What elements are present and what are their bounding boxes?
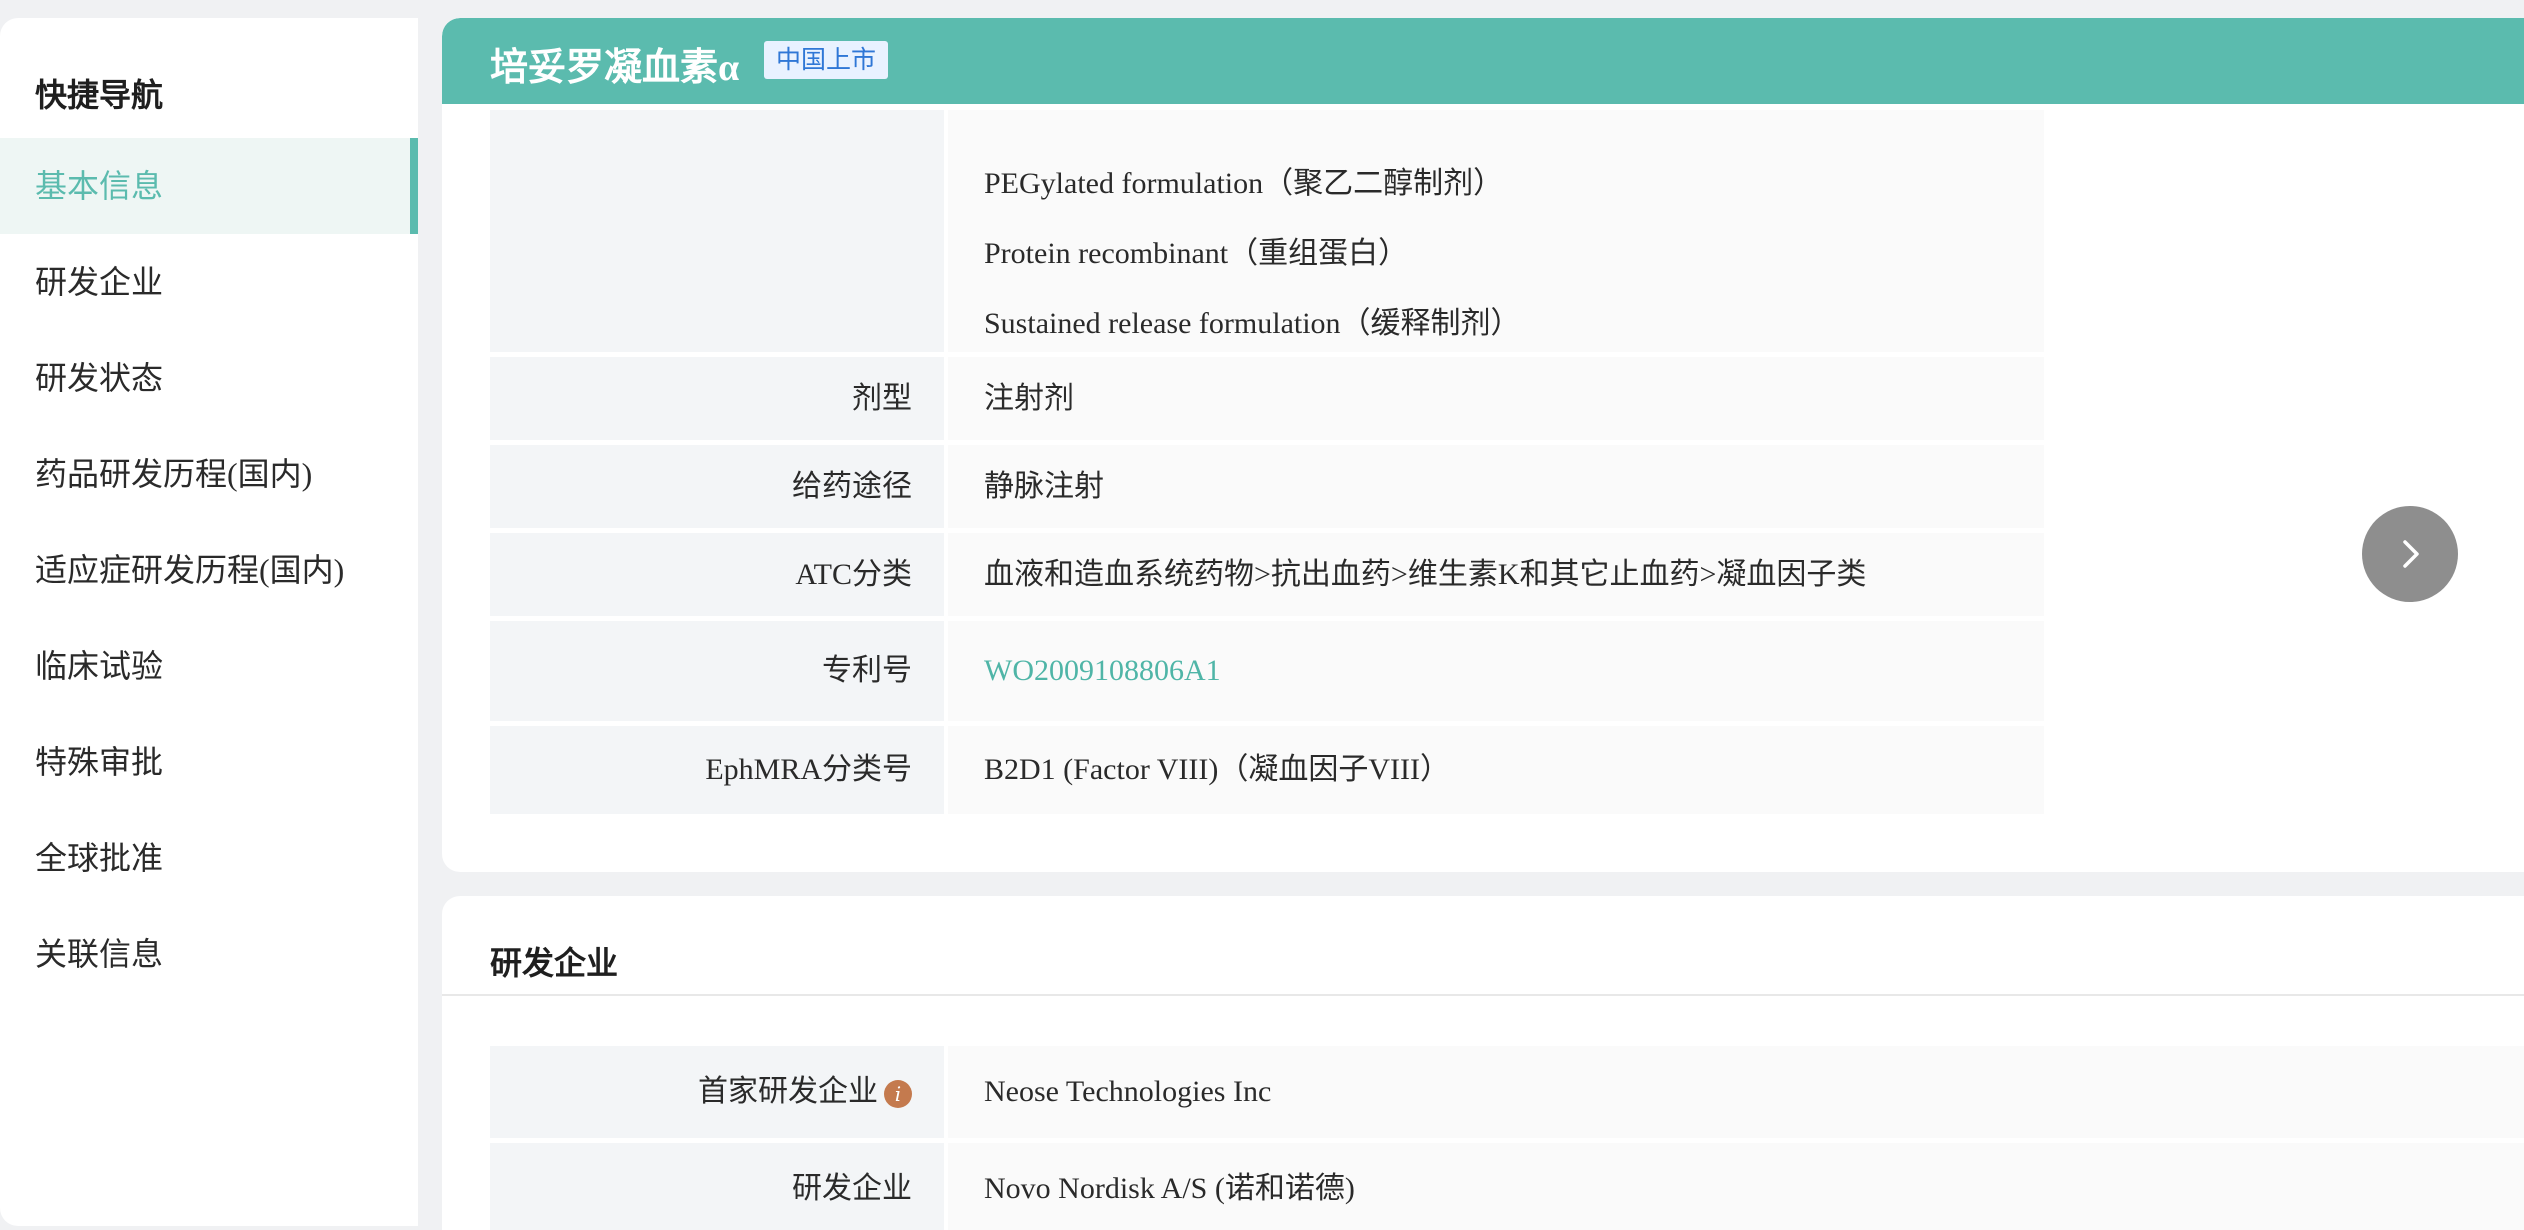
market-status-badge: 中国上市	[764, 41, 889, 79]
technology-line: PEGylated formulation（聚乙二醇制剂）	[984, 167, 1504, 200]
technology-line: Sustained release formulation（缓释制剂）	[984, 307, 1521, 340]
technology-row: PEGylated formulation（聚乙二醇制剂） Protein re…	[490, 110, 2044, 352]
basic-info-card: 培妥罗凝血素α 中国上市 PEGylated formulation（聚乙二醇制…	[442, 18, 2524, 872]
nav-item-related-info[interactable]: 关联信息	[0, 906, 418, 1002]
ephmra-row: EphMRA分类号 B2D1 (Factor VIII)（凝血因子VIII）	[490, 726, 2044, 814]
nav-item-indication-history-domestic[interactable]: 适应症研发历程(国内)	[0, 522, 418, 618]
nav-item-drug-history-domestic[interactable]: 药品研发历程(国内)	[0, 426, 418, 522]
dosage-form-value: 注射剂	[948, 357, 2044, 440]
first-company-label: 首家研发企业 i	[490, 1046, 944, 1138]
ephmra-label: EphMRA分类号	[490, 726, 944, 814]
route-value: 静脉注射	[948, 445, 2044, 528]
patent-value: WO2009108806A1	[948, 621, 2044, 721]
first-company-label-text: 首家研发企业	[698, 1075, 878, 1108]
nav-item-basic-info[interactable]: 基本信息	[0, 138, 418, 234]
company-table: 首家研发企业 i Neose Technologies Inc 研发企业 Novo…	[490, 1046, 2524, 1230]
nav-item-special-approval[interactable]: 特殊审批	[0, 714, 418, 810]
route-row: 给药途径 静脉注射	[490, 445, 2044, 528]
nav-item-clinical-trials[interactable]: 临床试验	[0, 618, 418, 714]
patent-link[interactable]: WO2009108806A1	[984, 654, 1221, 687]
chevron-right-icon	[2403, 540, 2419, 568]
drug-header: 培妥罗凝血素α 中国上市	[442, 18, 2524, 104]
next-button[interactable]	[2362, 506, 2458, 602]
technology-line: Protein recombinant（重组蛋白）	[984, 237, 1409, 270]
atc-label: ATC分类	[490, 533, 944, 616]
nav-item-rd-company[interactable]: 研发企业	[0, 234, 418, 330]
atc-row: ATC分类 血液和造血系统药物>抗出血药>维生素K和其它止血药>凝血因子类	[490, 533, 2044, 616]
atc-value: 血液和造血系统药物>抗出血药>维生素K和其它止血药>凝血因子类	[948, 533, 2044, 616]
technology-label	[490, 110, 944, 352]
basic-info-table: PEGylated formulation（聚乙二醇制剂） Protein re…	[490, 110, 2044, 819]
dosage-form-row: 剂型 注射剂	[490, 357, 2044, 440]
nav-list: 基本信息 研发企业 研发状态 药品研发历程(国内) 适应症研发历程(国内) 临床…	[0, 138, 418, 1002]
company-label: 研发企业	[490, 1143, 944, 1230]
ephmra-value: B2D1 (Factor VIII)（凝血因子VIII）	[948, 726, 2044, 814]
divider	[442, 994, 2524, 996]
patent-label: 专利号	[490, 621, 944, 721]
nav-item-global-approval[interactable]: 全球批准	[0, 810, 418, 906]
first-company-value: Neose Technologies Inc	[948, 1046, 2524, 1138]
company-value: Novo Nordisk A/S (诺和诺德)	[948, 1143, 2524, 1230]
company-row: 研发企业 Novo Nordisk A/S (诺和诺德)	[490, 1143, 2524, 1230]
dosage-form-label: 剂型	[490, 357, 944, 440]
quick-nav-sidebar: 快捷导航 基本信息 研发企业 研发状态 药品研发历程(国内) 适应症研发历程(国…	[0, 18, 418, 1226]
sidebar-title: 快捷导航	[35, 77, 164, 113]
drug-name: 培妥罗凝血素α	[490, 47, 740, 89]
section-title: 研发企业	[490, 945, 619, 981]
technology-value: PEGylated formulation（聚乙二醇制剂） Protein re…	[948, 110, 2044, 352]
rd-company-card: 研发企业 首家研发企业 i Neose Technologies Inc 研发企业…	[442, 896, 2524, 1230]
route-label: 给药途径	[490, 445, 944, 528]
main-content: 培妥罗凝血素α 中国上市 PEGylated formulation（聚乙二醇制…	[442, 18, 2524, 1230]
nav-item-rd-status[interactable]: 研发状态	[0, 330, 418, 426]
patent-row: 专利号 WO2009108806A1	[490, 621, 2044, 721]
info-icon[interactable]: i	[884, 1080, 912, 1109]
first-company-row: 首家研发企业 i Neose Technologies Inc	[490, 1046, 2524, 1138]
